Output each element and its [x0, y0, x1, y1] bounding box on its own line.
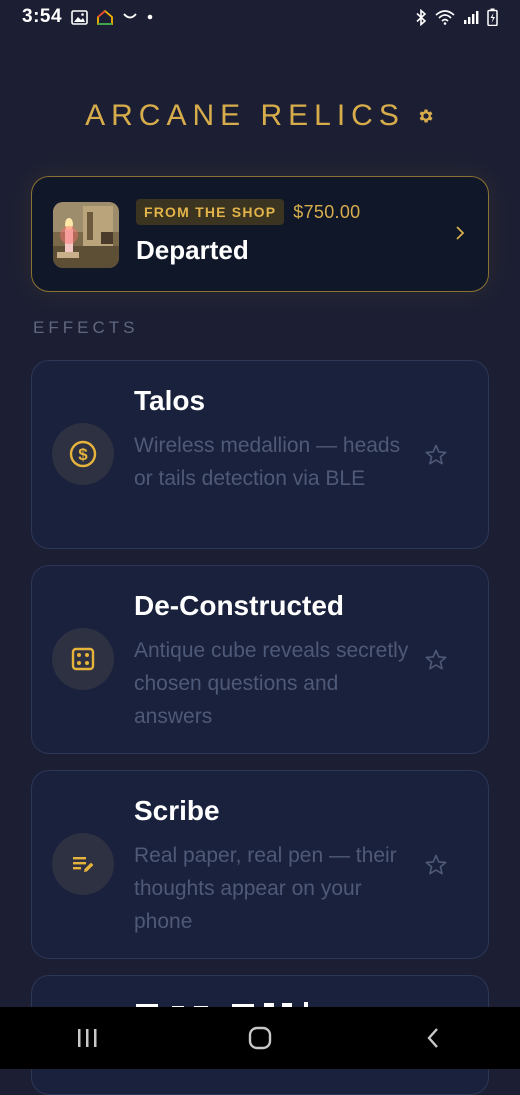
smile-icon	[122, 12, 138, 22]
home-icon[interactable]	[230, 1013, 290, 1063]
effect-card-talos[interactable]: $ Talos Wireless medallion — heads or ta…	[31, 360, 489, 549]
shop-price: $750.00	[293, 201, 361, 222]
gear-icon[interactable]	[417, 107, 435, 125]
effect-title: Scribe	[134, 795, 220, 826]
signal-icon	[463, 10, 479, 25]
dot-icon	[147, 14, 153, 20]
battery-icon	[487, 8, 498, 26]
star-outline-icon[interactable]	[424, 648, 448, 672]
featured-shop-card[interactable]: FROM THE SHOP $750.00 Departed	[31, 176, 489, 292]
bluetooth-icon	[415, 8, 427, 26]
back-icon[interactable]	[403, 1013, 463, 1063]
effect-card-de-constructed[interactable]: De-Constructed Antique cube reveals secr…	[31, 565, 489, 754]
svg-text:$: $	[78, 445, 88, 464]
effects-section-label: EFFECTS	[33, 318, 139, 337]
effect-description: Wireless medallion — heads or tails dete…	[134, 434, 401, 490]
shop-item-title: Departed	[136, 235, 249, 265]
app-title: ARCANE RELICS	[85, 99, 405, 132]
shop-badge: FROM THE SHOP	[136, 199, 285, 225]
google-home-icon	[97, 9, 113, 25]
effect-description: Real paper, real pen — their thoughts ap…	[134, 844, 397, 933]
android-nav-bar	[0, 1007, 520, 1069]
candle-thumbnail	[53, 202, 119, 268]
app-header: ARCANE RELICS	[0, 92, 520, 140]
chevron-right-icon	[454, 224, 466, 242]
star-outline-icon[interactable]	[424, 853, 448, 877]
dice-icon	[52, 628, 114, 690]
status-bar: 3:54	[0, 0, 520, 34]
recents-icon[interactable]	[57, 1013, 117, 1063]
status-time: 3:54	[22, 6, 63, 27]
effect-description: Antique cube reveals secretly chosen que…	[134, 639, 409, 728]
note-pen-icon	[52, 833, 114, 895]
coin-dollar-icon: $	[52, 423, 114, 485]
star-outline-icon[interactable]	[424, 443, 448, 467]
effect-card-scribe[interactable]: Scribe Real paper, real pen — their thou…	[31, 770, 489, 959]
gallery-icon	[71, 9, 88, 25]
effect-title: De-Constructed	[134, 590, 345, 621]
wifi-icon	[435, 9, 455, 25]
effect-title: Talos	[134, 385, 206, 416]
